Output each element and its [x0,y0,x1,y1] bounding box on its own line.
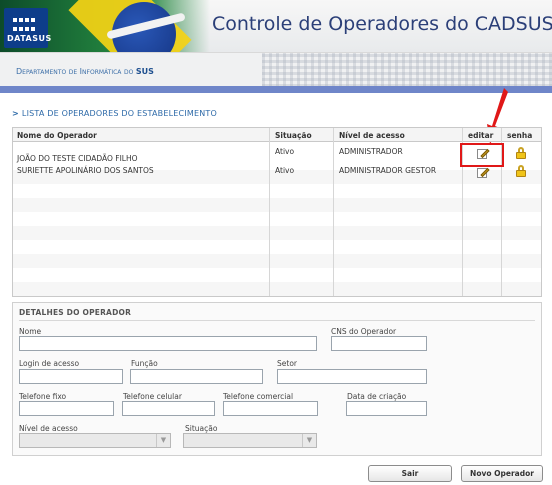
header-banner: DATASUS Controle de Operadores do CADSUS… [0,0,552,52]
lock-icon[interactable] [516,147,526,159]
cns-label: CNS do Operador [331,327,397,336]
edit-icon[interactable] [477,167,490,178]
header-rule [0,86,552,93]
mobile-field[interactable] [122,401,215,416]
section-title-text: LISTA DE OPERADORES DO ESTABELECIMENTO [21,109,218,118]
created-label: Data de criação [347,392,407,401]
chevron-right-icon: > [12,109,19,118]
cns-field[interactable] [331,336,427,351]
operator-level: ADMINISTRADOR [339,147,403,156]
work-phone-label: Telefone comercial [223,392,294,401]
login-field[interactable] [19,369,123,384]
page-title: Controle de Operadores do CADSUS WEB [212,13,552,35]
operator-status: Ativo [275,147,295,156]
operator-name[interactable]: SURIETTE APOLINÁRIO DOS SANTOS [17,166,154,175]
datasus-logo: DATASUS [4,8,52,48]
mobile-label: Telefone celular [123,392,182,401]
login-label: Login de acesso [19,359,80,368]
phone-label: Telefone fixo [19,392,67,401]
role-label: Função [131,359,158,368]
section-title: > LISTA DE OPERADORES DO ESTABELECIMENTO [12,109,217,118]
work-phone-field[interactable] [223,401,318,416]
logo-dots-icon [12,16,40,31]
sector-label: Setor [277,359,297,368]
edit-highlight-box [460,143,504,167]
chevron-down-icon: ▼ [156,434,170,447]
header-name: Nome do Operador [17,131,97,140]
operator-status: Ativo [275,166,295,175]
divider [19,320,535,321]
created-date-field[interactable] [346,401,427,416]
chevron-down-icon: ▼ [302,434,316,447]
role-field[interactable] [130,369,263,384]
operator-details-panel: DETALHES DO OPERADOR Nome CNS do Operado… [12,302,542,456]
department-label: Departamento de Informática do SUS [16,67,154,76]
operator-level: ADMINISTRADOR GESTOR [339,166,437,175]
department-band: Departamento de Informática do SUS [0,52,552,87]
department-suffix: SUS [135,67,154,76]
lock-icon[interactable] [516,165,526,177]
name-field[interactable] [19,336,317,351]
status-select[interactable]: ▼ [183,433,317,448]
operator-name[interactable]: JOÃO DO TESTE CIDADÃO FILHO [17,154,138,163]
level-select[interactable]: ▼ [19,433,171,448]
level-label: Nível de acesso [19,424,78,433]
header-status: Situação [275,131,312,140]
sector-field[interactable] [277,369,427,384]
header-password: senha [507,131,533,140]
details-title: DETALHES DO OPERADOR [19,308,132,317]
phone-field[interactable] [19,401,114,416]
header-level: Nível de acesso [339,131,405,140]
decorative-pattern [262,53,552,87]
new-operator-button[interactable]: Novo Operador [461,465,543,482]
status-label: Situação [185,424,218,433]
name-label: Nome [19,327,42,336]
department-prefix: Departamento de Informática do [16,67,134,76]
exit-button[interactable]: Sair [368,465,452,482]
logo-text: DATASUS [7,34,52,43]
header-edit: editar [468,131,494,140]
